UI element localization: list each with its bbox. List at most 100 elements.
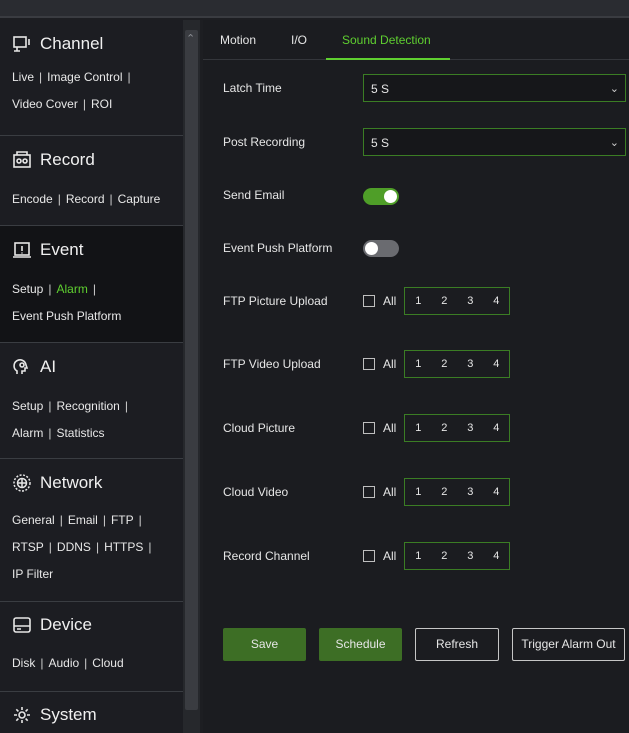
sidebar-heading-system[interactable]: System <box>12 705 97 725</box>
sidebar-heading-event[interactable]: Event <box>12 240 83 260</box>
sidebar-link-disk[interactable]: Disk <box>12 656 35 670</box>
all-label: All <box>383 485 397 499</box>
sidebar-heading-record[interactable]: Record <box>12 150 95 170</box>
scroll-up-icon[interactable]: ⌃ <box>186 32 195 45</box>
sidebar-section-record: Record Encode | Record | Capture <box>0 136 183 226</box>
sidebar-link-record[interactable]: Record <box>66 192 105 206</box>
sidebar-link-cloud[interactable]: Cloud <box>92 656 123 670</box>
sidebar-heading-label: System <box>40 705 97 724</box>
sidebar-link-roi[interactable]: ROI <box>91 97 112 111</box>
all-label: All <box>383 549 397 563</box>
sidebar-heading-device[interactable]: Device <box>12 615 92 635</box>
sidebar-heading-ai[interactable]: AI <box>12 357 56 377</box>
sidebar-link-image-control[interactable]: Image Control <box>47 70 122 84</box>
channel-4[interactable]: 4 <box>483 415 509 441</box>
sidebar-heading-label: Channel <box>40 34 104 53</box>
sidebar-link-https[interactable]: HTTPS <box>104 540 143 554</box>
event-push-label: Event Push Platform <box>223 241 333 255</box>
channel-1[interactable]: 1 <box>405 543 431 569</box>
gear-icon <box>14 707 30 723</box>
top-bar <box>0 0 629 18</box>
channel-1[interactable]: 1 <box>405 351 431 377</box>
sidebar-link-live[interactable]: Live <box>12 70 34 84</box>
sidebar-link-setup[interactable]: Setup <box>12 282 43 296</box>
sidebar-section-device: Device Disk | Audio | Cloud <box>0 602 183 692</box>
all-checkbox[interactable] <box>363 422 375 434</box>
sidebar-heading-channel[interactable]: Channel <box>12 34 103 54</box>
post-recording-label: Post Recording <box>223 135 306 149</box>
event-push-toggle[interactable] <box>363 240 399 257</box>
channel-2[interactable]: 2 <box>431 543 457 569</box>
channel-icon <box>13 36 30 52</box>
channel-2[interactable]: 2 <box>431 415 457 441</box>
sidebar-link-general[interactable]: General <box>12 513 55 527</box>
channel-1[interactable]: 1 <box>405 415 431 441</box>
ftp-picture-upload-channels: All 1 2 3 4 <box>363 287 511 315</box>
all-checkbox[interactable] <box>363 486 375 498</box>
sidebar-link-ai-alarm[interactable]: Alarm <box>12 426 43 440</box>
sidebar-link-video-cover[interactable]: Video Cover <box>12 97 78 111</box>
tab-motion[interactable]: Motion <box>220 33 256 47</box>
sidebar-heading-label: Device <box>40 615 92 634</box>
ftp-video-upload-label: FTP Video Upload <box>223 357 321 371</box>
channel-3[interactable]: 3 <box>457 351 483 377</box>
post-recording-select[interactable]: 5 S ⌄ <box>363 128 626 156</box>
record-channel-label: Record Channel <box>223 549 310 563</box>
channel-4[interactable]: 4 <box>483 479 509 505</box>
toggle-knob <box>365 242 378 255</box>
sidebar-heading-label: Network <box>40 473 103 492</box>
sidebar-link-ddns[interactable]: DDNS <box>57 540 91 554</box>
sidebar-link-recognition[interactable]: Recognition <box>56 399 119 413</box>
channel-group: 1 2 3 4 <box>404 287 511 315</box>
channel-1[interactable]: 1 <box>405 479 431 505</box>
latch-time-label: Latch Time <box>223 81 282 95</box>
cloud-video-channels: All 1 2 3 4 <box>363 478 511 506</box>
main-panel: Motion I/O Sound Detection Latch Time 5 … <box>203 20 629 733</box>
sidebar-section-system: System <box>0 692 183 733</box>
sidebar-link-ip-filter[interactable]: IP Filter <box>12 567 53 581</box>
tab-bar: Motion I/O Sound Detection <box>203 20 629 60</box>
channel-4[interactable]: 4 <box>483 351 509 377</box>
latch-time-select[interactable]: 5 S ⌄ <box>363 74 626 102</box>
save-button[interactable]: Save <box>223 628 306 661</box>
sidebar-link-statistics[interactable]: Statistics <box>56 426 104 440</box>
sidebar-link-email[interactable]: Email <box>68 513 98 527</box>
channel-3[interactable]: 3 <box>457 543 483 569</box>
toggle-knob <box>384 190 397 203</box>
sidebar: Channel Live | Image Control | Video Cover |… <box>0 20 200 733</box>
channel-3[interactable]: 3 <box>457 479 483 505</box>
sidebar-link-event-push-platform[interactable]: Event Push Platform <box>12 309 121 323</box>
network-icon <box>13 474 31 492</box>
channel-4[interactable]: 4 <box>483 288 509 314</box>
all-checkbox[interactable] <box>363 358 375 370</box>
refresh-button[interactable]: Refresh <box>415 628 499 661</box>
sidebar-link-audio[interactable]: Audio <box>48 656 79 670</box>
channel-3[interactable]: 3 <box>457 415 483 441</box>
sidebar-link-ftp[interactable]: FTP <box>111 513 134 527</box>
chevron-down-icon: ⌄ <box>609 137 619 149</box>
sidebar-link-encode[interactable]: Encode <box>12 192 53 206</box>
channel-1[interactable]: 1 <box>405 288 431 314</box>
sidebar-section-event: Event Setup | Alarm | Event Push Platform <box>0 226 183 343</box>
channel-2[interactable]: 2 <box>431 351 457 377</box>
send-email-toggle[interactable] <box>363 188 399 205</box>
channel-3[interactable]: 3 <box>457 288 483 314</box>
channel-2[interactable]: 2 <box>431 288 457 314</box>
channel-4[interactable]: 4 <box>483 543 509 569</box>
all-label: All <box>383 357 397 371</box>
all-checkbox[interactable] <box>363 295 375 307</box>
sidebar-link-rtsp[interactable]: RTSP <box>12 540 44 554</box>
record-channel-channels: All 1 2 3 4 <box>363 542 511 570</box>
tab-io[interactable]: I/O <box>291 33 307 47</box>
schedule-button[interactable]: Schedule <box>319 628 402 661</box>
sidebar-scrollbar-thumb[interactable] <box>185 30 198 710</box>
device-icon <box>13 617 31 633</box>
sidebar-link-ai-setup[interactable]: Setup <box>12 399 43 413</box>
sidebar-heading-network[interactable]: Network <box>12 473 102 493</box>
sidebar-link-capture[interactable]: Capture <box>118 192 161 206</box>
trigger-alarm-out-button[interactable]: Trigger Alarm Out <box>512 628 625 661</box>
sidebar-link-alarm[interactable]: Alarm <box>56 282 87 296</box>
tab-sound-detection[interactable]: Sound Detection <box>342 33 431 47</box>
channel-2[interactable]: 2 <box>431 479 457 505</box>
all-checkbox[interactable] <box>363 550 375 562</box>
